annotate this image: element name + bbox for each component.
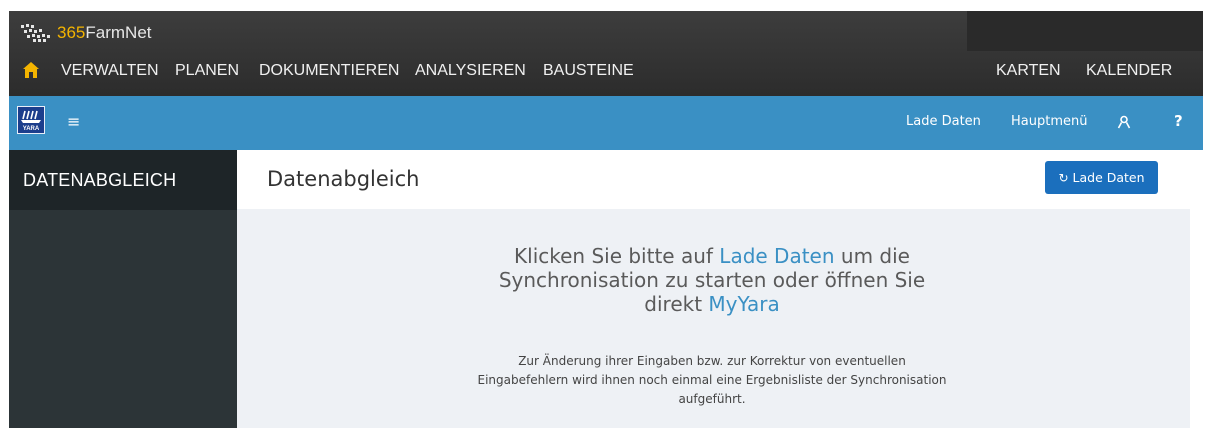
sidebar-header[interactable]: DATENABGLEICH (9, 150, 237, 210)
top-right-shade (967, 11, 1203, 51)
myyara-link[interactable]: MyYara (708, 292, 779, 316)
page-title: Datenabgleich (267, 167, 420, 191)
hauptmenu-link[interactable]: Hauptmenü (1011, 111, 1087, 133)
hamburger-menu-icon[interactable]: ≡ (67, 110, 80, 134)
nav-bausteine[interactable]: BAUSTEINE (543, 59, 634, 83)
lade-daten-button[interactable]: ↻ Lade Daten (1045, 161, 1158, 194)
main-nav: VERWALTEN PLANEN DOKUMENTIEREN ANALYSIER… (9, 59, 1203, 83)
yara-ship-icon (21, 110, 41, 123)
home-icon[interactable] (22, 61, 40, 79)
sync-message: Klicken Sie bitte auf Lade Daten um die … (477, 244, 947, 316)
right-margin (1190, 150, 1206, 428)
yara-logo[interactable]: YARA (17, 106, 45, 134)
top-navbar: 365 FarmNet VERWALTEN PLANEN DOKUMENTIERE… (9, 11, 1203, 96)
lade-daten-button-label: Lade Daten (1072, 170, 1145, 185)
lade-daten-text-link[interactable]: Lade Daten (719, 244, 834, 268)
lade-daten-link[interactable]: Lade Daten (906, 111, 981, 133)
sidebar-title: DATENABGLEICH (23, 170, 177, 190)
app-bar: YARA ≡ Lade Daten Hauptmenü ? (9, 96, 1203, 150)
nav-analysieren[interactable]: ANALYSIEREN (415, 59, 526, 83)
yara-logo-text: YARA (22, 126, 40, 132)
farmnet-logo-icon (21, 24, 50, 42)
farmnet-logo[interactable]: 365 FarmNet (19, 23, 152, 43)
main-content: Datenabgleich ↻ Lade Daten Klicken Sie b… (237, 150, 1190, 428)
nav-karten[interactable]: KARTEN (996, 59, 1061, 83)
refresh-icon: ↻ (1058, 170, 1069, 185)
hint-text: Zur Änderung ihrer Eingaben bzw. zur Kor… (477, 354, 947, 406)
nav-verwalten[interactable]: VERWALTEN (61, 59, 159, 83)
brand-name: FarmNet (85, 23, 152, 42)
sidebar: DATENABGLEICH (9, 150, 237, 428)
nav-kalender[interactable]: KALENDER (1086, 59, 1172, 83)
content-header: Datenabgleich ↻ Lade Daten (237, 150, 1190, 209)
nav-dokumentieren[interactable]: DOKUMENTIEREN (259, 59, 399, 83)
brand-number: 365 (57, 23, 86, 42)
message-text-1: Klicken Sie bitte auf (514, 244, 720, 268)
nav-planen[interactable]: PLANEN (175, 59, 239, 83)
user-icon[interactable] (1117, 115, 1131, 129)
help-icon[interactable]: ? (1174, 109, 1183, 133)
